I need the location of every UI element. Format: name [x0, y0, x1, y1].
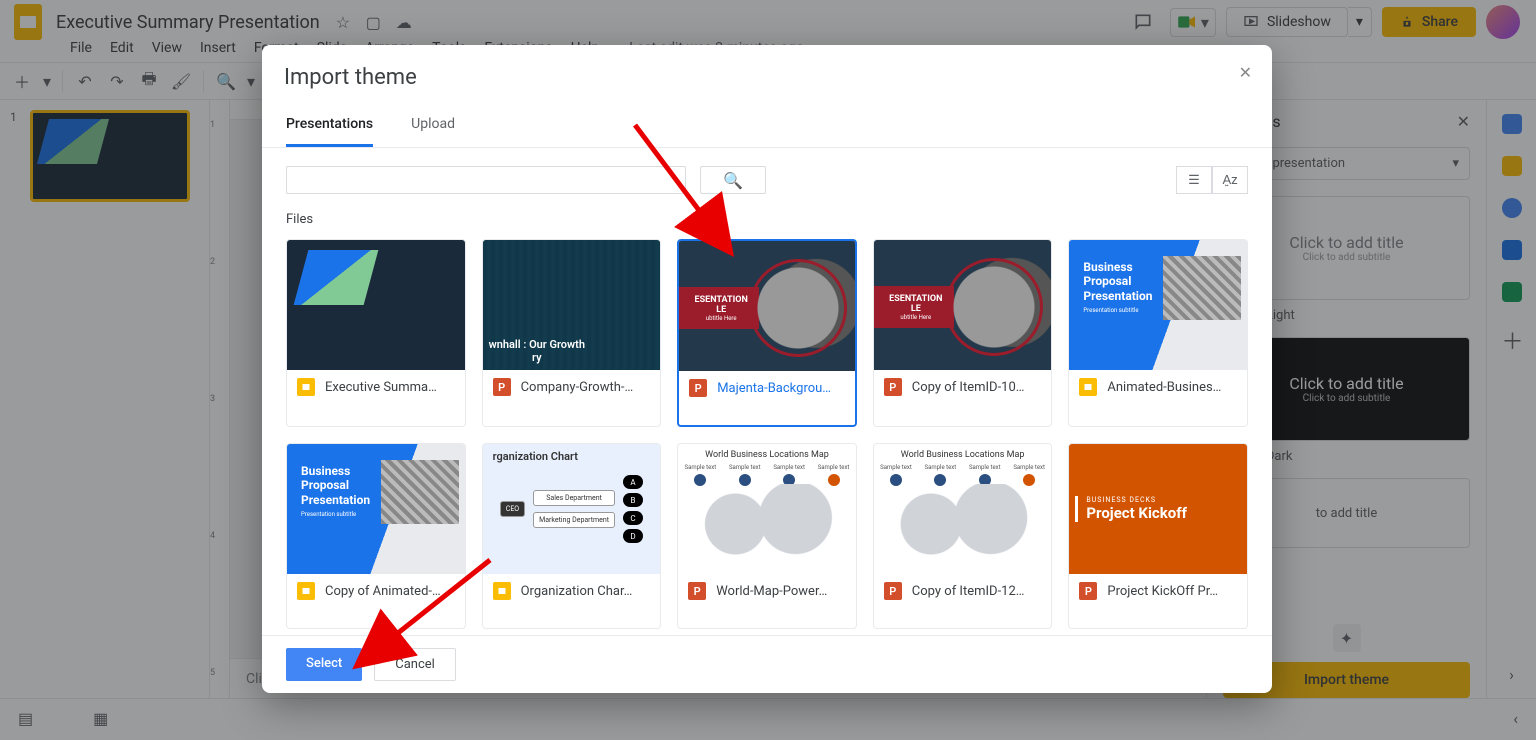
powerpoint-file-icon: P — [884, 378, 902, 396]
powerpoint-file-icon: P — [1079, 582, 1097, 600]
list-view-icon[interactable]: ☰ — [1176, 166, 1212, 194]
file-card[interactable]: rganization ChartCEOSales DepartmentMark… — [482, 443, 662, 629]
slides-file-icon — [297, 582, 315, 600]
file-card[interactable]: ESENTATIONLEubtitle Here P Copy of ItemID-… — [873, 239, 1053, 427]
file-name: Copy of ItemID-10… — [912, 380, 1025, 395]
cancel-button[interactable]: Cancel — [374, 648, 456, 681]
file-name: Organization Char… — [521, 584, 633, 599]
file-card[interactable]: BusinessProposalPresentationPresentation… — [286, 443, 466, 629]
slides-file-icon — [493, 582, 511, 600]
modal-title: Import theme — [262, 65, 1272, 98]
file-name: Majenta-Backgrou… — [717, 381, 831, 396]
file-preview: wnhall : Our Growthry — [483, 240, 661, 370]
file-grid: Executive Summa… wnhall : Our Growthry P Co… — [262, 233, 1272, 635]
slides-file-icon — [297, 378, 315, 396]
file-preview: BusinessProposalPresentationPresentation… — [287, 444, 465, 574]
file-name: Copy of ItemID-12… — [912, 584, 1025, 599]
select-button[interactable]: Select — [286, 648, 362, 681]
file-preview: World Business Locations MapSample textS… — [874, 444, 1052, 574]
powerpoint-file-icon: P — [688, 582, 706, 600]
file-card[interactable]: World Business Locations MapSample textS… — [677, 443, 857, 629]
file-card[interactable]: ESENTATIONLEubtitle Here P Majenta-Backgro… — [677, 239, 857, 427]
file-card[interactable]: Executive Summa… — [286, 239, 466, 427]
powerpoint-file-icon: P — [689, 379, 707, 397]
file-preview: World Business Locations MapSample textS… — [678, 444, 856, 574]
file-card[interactable]: BUSINESS DECKSProject Kickoff P Project Ki… — [1068, 443, 1248, 629]
file-preview: ESENTATIONLEubtitle Here — [679, 241, 855, 371]
file-preview — [287, 240, 465, 370]
files-label: Files — [262, 212, 1272, 233]
tab-presentations[interactable]: Presentations — [286, 106, 373, 147]
file-preview: BUSINESS DECKSProject Kickoff — [1069, 444, 1247, 574]
file-name: Executive Summa… — [325, 380, 437, 395]
file-preview: rganization ChartCEOSales DepartmentMark… — [483, 444, 661, 574]
file-card[interactable]: World Business Locations MapSample textS… — [873, 443, 1053, 629]
file-name: Project KickOff Pr… — [1107, 584, 1218, 599]
file-name: Company-Growth-… — [521, 380, 634, 395]
file-card[interactable]: BusinessProposalPresentationPresentation… — [1068, 239, 1248, 427]
import-theme-modal: Import theme ✕ Presentations Upload 🔍 ☰ … — [262, 45, 1272, 693]
tab-upload[interactable]: Upload — [411, 106, 455, 147]
search-button[interactable]: 🔍 — [700, 166, 766, 194]
file-name: Animated-Busines… — [1107, 380, 1221, 395]
file-name: World-Map-Power… — [716, 584, 827, 599]
search-input[interactable] — [286, 166, 686, 194]
close-icon[interactable]: ✕ — [1239, 63, 1252, 82]
powerpoint-file-icon: P — [493, 378, 511, 396]
file-preview: ESENTATIONLEubtitle Here — [874, 240, 1052, 370]
slides-file-icon — [1079, 378, 1097, 396]
sort-icon[interactable]: A͍z — [1212, 166, 1248, 194]
file-card[interactable]: wnhall : Our Growthry P Company-Growth-… — [482, 239, 662, 427]
file-name: Copy of Animated-… — [325, 584, 441, 599]
powerpoint-file-icon: P — [884, 582, 902, 600]
file-preview: BusinessProposalPresentationPresentation… — [1069, 240, 1247, 370]
